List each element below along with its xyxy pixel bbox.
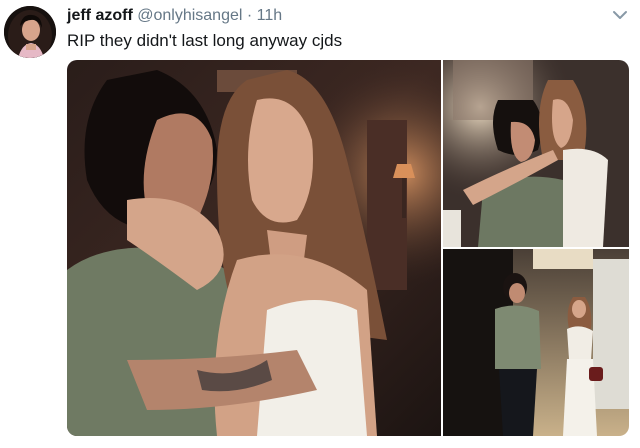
photo-3[interactable] — [443, 249, 629, 436]
tweet-text: RIP they didn't last long anyway cjds — [67, 31, 343, 50]
tweet-timestamp[interactable]: 11h — [257, 7, 283, 24]
display-name[interactable]: jeff azoff — [67, 7, 133, 24]
user-handle[interactable]: @onlyhisangel — [137, 7, 242, 24]
avatar[interactable] — [4, 6, 56, 58]
avatar-photo — [4, 6, 56, 58]
photo-2[interactable] — [443, 60, 629, 247]
chevron-down-icon[interactable] — [612, 8, 628, 20]
header-separator: · — [246, 7, 253, 24]
media-grid — [67, 60, 629, 436]
tweet-header: jeff azoff @onlyhisangel · 11h — [67, 6, 282, 26]
photo-1[interactable] — [67, 60, 441, 436]
tweet-card: jeff azoff @onlyhisangel · 11h RIP they … — [0, 0, 640, 448]
